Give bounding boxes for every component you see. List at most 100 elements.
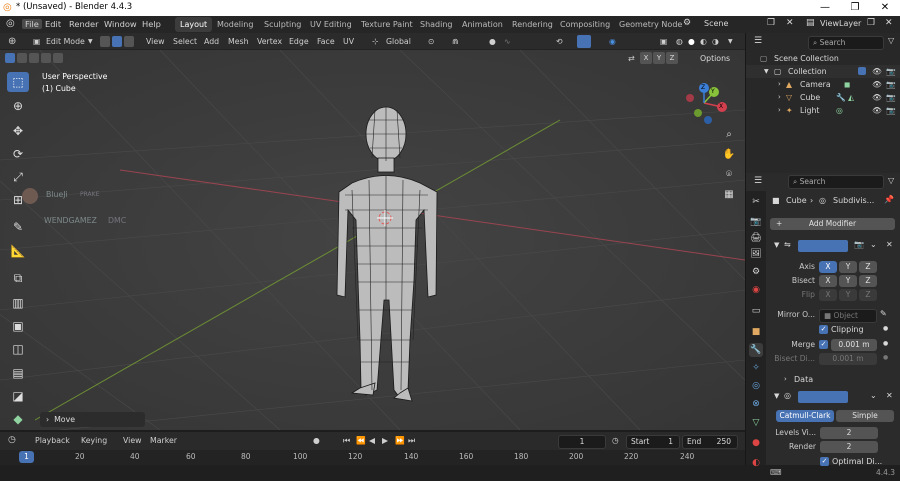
menu-vertex[interactable]: Vertex bbox=[257, 35, 282, 48]
mode-dropdown-icon[interactable]: ▼ bbox=[88, 35, 93, 48]
shading-options-icon[interactable]: ▼ bbox=[728, 35, 733, 48]
delete-scene-icon[interactable]: ✕ bbox=[786, 18, 794, 28]
render-camera-icon[interactable]: 📷 bbox=[886, 104, 896, 117]
overlay-icon[interactable]: ◉ bbox=[609, 35, 616, 48]
catmull-clark-button[interactable]: Catmull-Clark bbox=[776, 410, 834, 422]
menu-view[interactable]: View bbox=[146, 35, 165, 48]
new-view-layer-icon[interactable]: ❐ bbox=[867, 18, 875, 28]
axis-z-button[interactable]: Z bbox=[859, 261, 877, 273]
pivot-point-icon[interactable]: ⊙ bbox=[428, 35, 435, 48]
mirror-axis-icon[interactable]: ⇄ bbox=[628, 54, 635, 63]
select-mode-invert-button[interactable] bbox=[41, 53, 51, 63]
menu-select[interactable]: Select bbox=[173, 35, 197, 48]
bevel-tool-icon[interactable]: ◫ bbox=[7, 339, 29, 359]
edit-mode-toggle[interactable] bbox=[798, 240, 848, 252]
constraints-tab-icon[interactable]: ⊗ bbox=[749, 397, 763, 411]
visibility-eye-icon[interactable]: 👁 bbox=[872, 104, 882, 117]
edit-mode-toggle[interactable] bbox=[798, 391, 848, 403]
world-tab-icon[interactable]: ◉ bbox=[749, 283, 763, 297]
expand-icon[interactable]: › bbox=[778, 104, 781, 117]
tab-animation[interactable]: Animation bbox=[457, 17, 508, 32]
gizmo-toggle-button[interactable] bbox=[577, 35, 591, 48]
particles-tab-icon[interactable]: ✧ bbox=[749, 361, 763, 375]
maximize-button[interactable]: ❐ bbox=[840, 0, 870, 16]
jump-next-key-icon[interactable]: ⏩ bbox=[395, 434, 405, 447]
edge-select-button[interactable] bbox=[112, 36, 122, 47]
tab-shading[interactable]: Shading bbox=[415, 17, 458, 32]
outliner-filter-icon[interactable]: ▽ bbox=[888, 36, 894, 45]
select-box-tool-icon[interactable]: ⬚ bbox=[7, 72, 29, 92]
start-frame-field[interactable]: Start 1 bbox=[626, 435, 680, 449]
auto-keying-icon[interactable]: ● bbox=[313, 434, 320, 447]
levels-viewport-field[interactable]: 2 bbox=[820, 427, 878, 439]
mode-select[interactable]: Edit Mode bbox=[46, 35, 85, 48]
material-shading-icon[interactable]: ◐ bbox=[700, 35, 707, 48]
material-tab-icon[interactable]: ● bbox=[749, 436, 763, 450]
timeline-editor-icon[interactable]: ◷ bbox=[8, 434, 16, 447]
falloff-icon[interactable]: ∿ bbox=[504, 35, 511, 48]
outliner-row-collection[interactable]: ▼ ▢ Collection 👁 📷 bbox=[746, 65, 900, 78]
perspective-grid-icon[interactable]: ▦ bbox=[721, 187, 737, 203]
merge-keyframe-icon[interactable]: ● bbox=[883, 340, 888, 347]
outliner-editor-icon[interactable]: ☰ bbox=[754, 36, 762, 46]
transform-tool-icon[interactable]: ⊞ bbox=[7, 190, 29, 210]
collapse-icon[interactable]: ▼ bbox=[774, 241, 779, 249]
tab-rendering[interactable]: Rendering bbox=[507, 17, 558, 32]
menu-window[interactable]: Window bbox=[104, 19, 137, 29]
camera-view-icon[interactable]: ⌾ bbox=[721, 167, 737, 183]
pin-icon[interactable]: 📌 bbox=[884, 195, 894, 204]
remove-modifier-icon[interactable]: ✕ bbox=[886, 240, 893, 249]
expand-icon[interactable]: › bbox=[778, 91, 781, 104]
eyedropper-icon[interactable]: ✎ bbox=[880, 309, 887, 318]
outliner-search-field[interactable]: ⌕ Search bbox=[808, 36, 884, 50]
scene-tab-icon[interactable]: ⚙ bbox=[749, 265, 763, 279]
play-icon[interactable]: ▶ bbox=[382, 434, 388, 447]
select-mode-extend-button[interactable] bbox=[17, 53, 27, 63]
preview-range-icon[interactable]: ◷ bbox=[612, 434, 619, 447]
last-operator-panel[interactable]: › Move bbox=[40, 412, 145, 427]
bisect-z-button[interactable]: Z bbox=[859, 275, 877, 287]
object-tab-icon[interactable]: ■ bbox=[749, 325, 763, 339]
optimal-display-checkbox[interactable]: ✓ bbox=[820, 457, 829, 466]
rotate-tool-icon[interactable]: ⟳ bbox=[7, 144, 29, 164]
mirror-z-toggle[interactable]: Z bbox=[666, 52, 678, 64]
playhead[interactable]: 1 bbox=[19, 451, 34, 463]
menu-render[interactable]: Render bbox=[69, 19, 99, 29]
mirror-object-field[interactable]: ■ Object bbox=[819, 309, 877, 323]
rendered-shading-icon[interactable]: ◑ bbox=[712, 35, 719, 48]
loop-cut-tool-icon[interactable]: ▤ bbox=[7, 363, 29, 383]
tab-texture-paint[interactable]: Texture Paint bbox=[356, 17, 418, 32]
data-subpanel-label[interactable]: Data bbox=[794, 375, 813, 384]
menu-keying[interactable]: Keying bbox=[81, 434, 107, 447]
jump-end-icon[interactable]: ⏭ bbox=[408, 434, 415, 447]
transform-orientation-select[interactable]: Global bbox=[386, 35, 411, 48]
vertex-select-button[interactable] bbox=[100, 36, 110, 47]
minimize-button[interactable]: — bbox=[810, 0, 840, 16]
delete-view-layer-icon[interactable]: ✕ bbox=[885, 18, 893, 28]
jump-prev-key-icon[interactable]: ⏪ bbox=[356, 434, 366, 447]
current-frame-field[interactable]: 1 bbox=[558, 435, 606, 449]
menu-playback[interactable]: Playback bbox=[35, 434, 70, 447]
properties-search-field[interactable]: ⌕ Search bbox=[788, 175, 884, 189]
menu-edit[interactable]: Edit bbox=[45, 19, 61, 29]
outliner-row-cube[interactable]: › ▽ Cube 🔧 ◭ 👁 📷 bbox=[746, 91, 900, 104]
remove-modifier-icon[interactable]: ✕ bbox=[886, 391, 893, 400]
render-camera-icon[interactable]: 📷 bbox=[886, 91, 896, 104]
blender-menu-icon[interactable]: ◎ bbox=[6, 18, 15, 29]
solid-shading-icon[interactable]: ● bbox=[688, 35, 695, 48]
visibility-eye-icon[interactable]: 👁 bbox=[872, 91, 882, 104]
exclude-checkbox[interactable] bbox=[858, 67, 866, 75]
merge-checkbox[interactable]: ✓ bbox=[819, 340, 828, 349]
modifier-tab-icon[interactable]: 🔧 bbox=[749, 343, 763, 357]
scene-name[interactable]: Scene bbox=[704, 19, 728, 28]
camera-toggle-icon[interactable]: 📷 bbox=[854, 240, 864, 249]
add-modifier-button[interactable]: + Add Modifier bbox=[770, 218, 895, 230]
select-mode-intersect-button[interactable] bbox=[53, 53, 63, 63]
collection-tab-icon[interactable]: ▭ bbox=[749, 304, 763, 318]
play-reverse-icon[interactable]: ◀ bbox=[369, 434, 375, 447]
expand-icon[interactable]: › bbox=[778, 78, 781, 91]
outliner-row-light[interactable]: › ✦ Light ◎ 👁 📷 bbox=[746, 104, 900, 117]
scene-icon[interactable]: ⚙ bbox=[683, 18, 691, 28]
render-camera-icon[interactable]: 📷 bbox=[886, 65, 896, 78]
end-frame-field[interactable]: End 250 bbox=[682, 435, 738, 449]
